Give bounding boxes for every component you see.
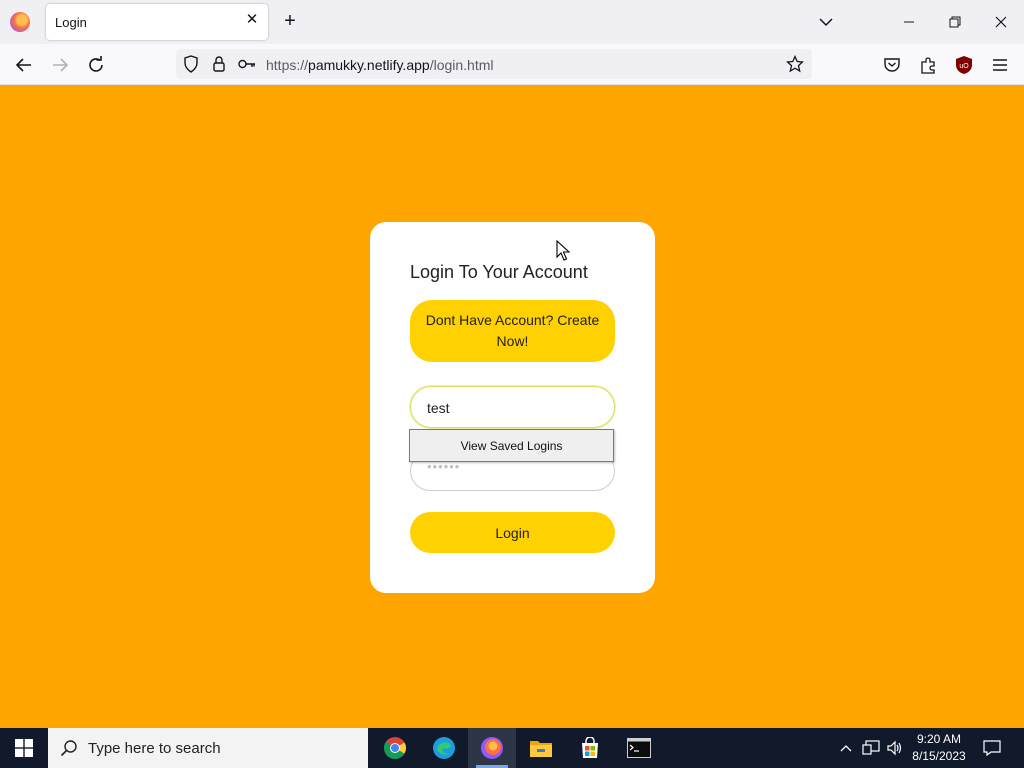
username-value: test (427, 400, 450, 416)
page-title: Login To Your Account (410, 262, 588, 282)
chrome-icon[interactable] (371, 728, 419, 768)
mouse-cursor-icon (556, 240, 570, 261)
forward-icon[interactable] (49, 54, 71, 76)
extensions-icon[interactable] (917, 54, 939, 76)
pocket-icon[interactable] (881, 54, 903, 76)
terminal-icon[interactable] (615, 728, 663, 768)
file-explorer-icon[interactable] (517, 728, 565, 768)
login-card: Login To Your Account Dont Have Account?… (370, 222, 655, 593)
list-all-tabs-icon[interactable] (816, 12, 836, 32)
close-window-icon[interactable] (987, 8, 1015, 36)
login-button[interactable]: Login (410, 512, 615, 553)
bookmark-star-icon[interactable] (784, 53, 806, 75)
search-icon (60, 740, 77, 757)
clock-time: 9:20 AM (916, 732, 962, 746)
edge-icon[interactable] (420, 728, 468, 768)
restore-icon[interactable] (941, 8, 969, 36)
username-input[interactable]: test (410, 386, 615, 428)
notifications-icon[interactable] (978, 728, 1006, 768)
ublock-origin-icon[interactable]: uO (953, 54, 975, 76)
svg-text:uO: uO (959, 63, 969, 70)
system-clock[interactable]: 9:20 AM 8/15/2023 (906, 731, 972, 765)
navigation-toolbar: https://pamukky.netlify.app/login.html u… (0, 44, 1024, 85)
hamburger-menu-icon[interactable] (989, 54, 1011, 76)
view-saved-logins-popup[interactable]: View Saved Logins (409, 429, 614, 462)
tab-login[interactable]: Login ✕ (46, 4, 268, 40)
close-tab-icon[interactable]: ✕ (244, 12, 260, 28)
tab-title: Login (55, 15, 87, 30)
tab-strip: Login ✕ + (0, 0, 1024, 44)
lock-icon[interactable] (208, 53, 230, 75)
url-text: https://pamukky.netlify.app/login.html (266, 57, 494, 73)
firefox-icon[interactable] (468, 728, 516, 768)
minimize-icon[interactable] (895, 8, 923, 36)
page-viewport: Login To Your Account Dont Have Account?… (0, 85, 1024, 728)
store-icon[interactable] (566, 728, 614, 768)
network-icon[interactable] (860, 728, 882, 768)
key-icon[interactable] (236, 53, 258, 75)
create-account-button[interactable]: Dont Have Account? Create Now! (410, 300, 615, 362)
windows-taskbar: Type here to search 9:20 AM 8/15/2023 (0, 728, 1024, 768)
back-icon[interactable] (13, 54, 35, 76)
show-hidden-icons-chevron-icon[interactable] (836, 728, 856, 768)
address-bar[interactable]: https://pamukky.netlify.app/login.html (176, 49, 812, 79)
new-tab-icon[interactable]: + (280, 11, 300, 31)
taskbar-search-box[interactable]: Type here to search (48, 728, 368, 768)
search-placeholder: Type here to search (88, 740, 221, 757)
windows-start-icon[interactable] (0, 728, 48, 768)
tracking-protection-shield-icon[interactable] (180, 53, 202, 75)
clock-date: 8/15/2023 (912, 749, 966, 763)
firefox-menu-icon[interactable] (10, 12, 30, 32)
reload-icon[interactable] (85, 54, 107, 76)
volume-icon[interactable] (884, 728, 906, 768)
